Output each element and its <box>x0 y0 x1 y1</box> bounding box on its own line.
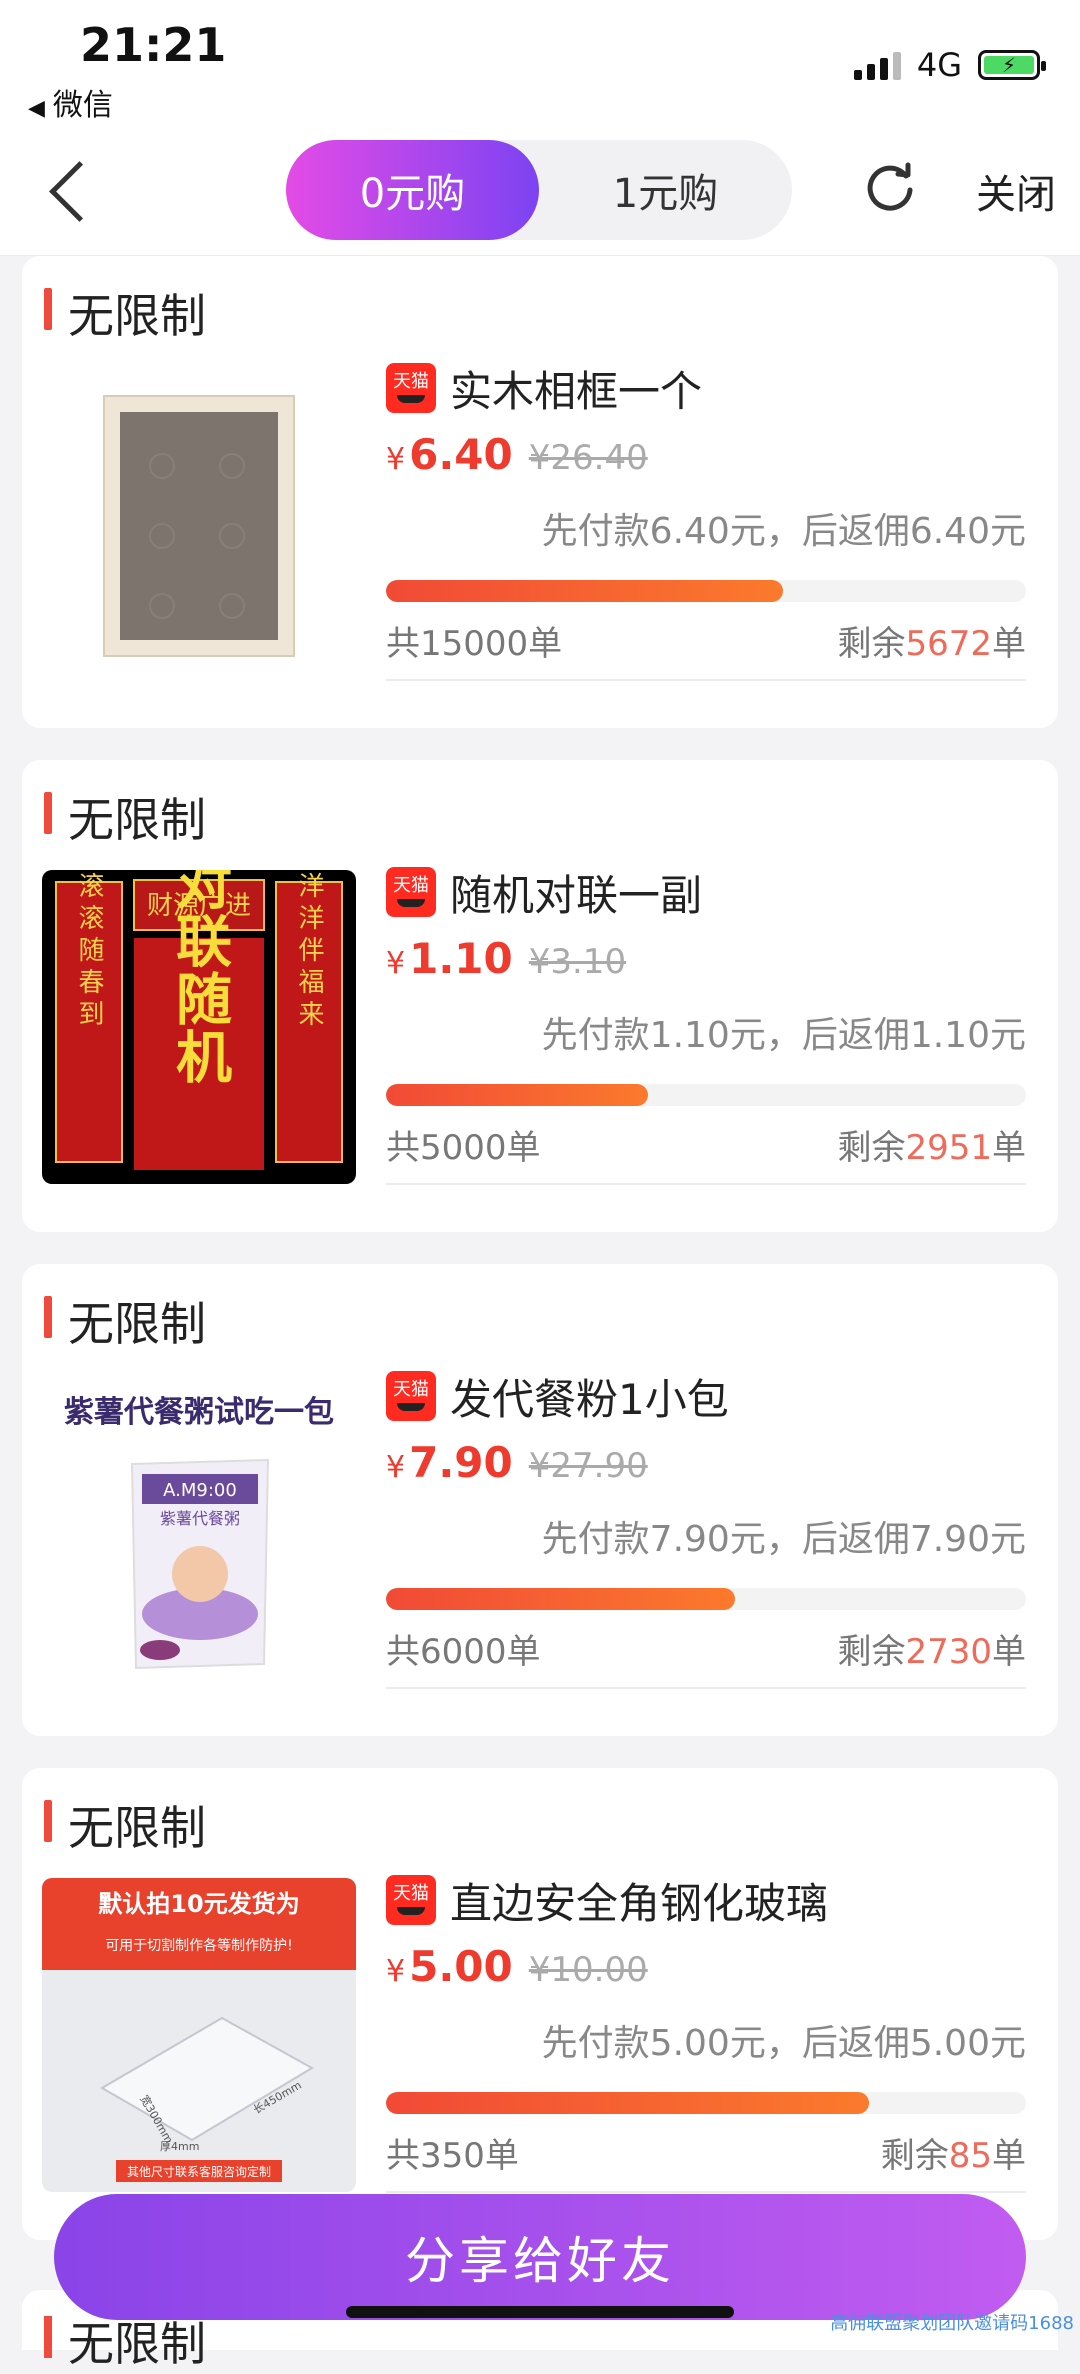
product-card[interactable]: 无限制 天猫 实木相框一个 ¥ 6.40 ¥26.40 先付款6.40元，后返佣… <box>22 256 1058 728</box>
rebate-text: 先付款5.00元，后返佣5.00元 <box>386 2014 1026 2070</box>
product-image: 财源广进 财源滚滚随春到 喜气洋洋伴福来 对联随机 <box>42 870 356 1184</box>
price: 6.40 <box>409 430 513 479</box>
back-chevron-icon[interactable] <box>40 156 100 226</box>
purchase-type-tabs: 0元购 1元购 <box>286 140 792 240</box>
product-info: 天猫 实木相框一个 ¥ 6.40 ¥26.40 先付款6.40元，后返佣6.40… <box>386 356 1026 681</box>
tab-0yuan[interactable]: 0元购 <box>286 140 539 240</box>
battery-icon: ⚡ <box>978 50 1040 80</box>
product-title: 实木相框一个 <box>450 358 702 419</box>
total-orders: 共15000单 <box>386 616 562 665</box>
tmall-icon: 天猫 <box>386 1371 436 1421</box>
refresh-icon[interactable] <box>862 160 918 216</box>
remaining-orders: 剩余85单 <box>881 2128 1026 2177</box>
original-price: ¥10.00 <box>529 1950 648 1990</box>
price: 7.90 <box>409 1438 513 1487</box>
status-icons: 4G ⚡ <box>854 46 1040 84</box>
product-info: 天猫 随机对联一副 ¥ 1.10 ¥3.10 先付款1.10元，后返佣1.10元… <box>386 860 1026 1185</box>
svg-text:对联随机: 对联随机 <box>167 870 232 1086</box>
price: 1.10 <box>409 934 513 983</box>
price: 5.00 <box>409 1942 513 1991</box>
svg-text:厚4mm: 厚4mm <box>160 2140 199 2153</box>
product-info: 天猫 直边安全角钢化玻璃 ¥ 5.00 ¥10.00 先付款5.00元，后返佣5… <box>386 1868 1026 2193</box>
svg-text:紫薯代餐粥试吃一包: 紫薯代餐粥试吃一包 <box>64 1395 334 1430</box>
sales-progress-bar <box>386 580 1026 602</box>
total-orders: 共350单 <box>386 2128 519 2177</box>
sales-progress-bar <box>386 1084 1026 1106</box>
svg-text:可用于切割制作各等制作防护!: 可用于切割制作各等制作防护! <box>105 1937 293 1954</box>
product-image: 紫薯代餐粥试吃一包 A.M9:00 紫薯代餐粥 <box>42 1374 356 1688</box>
currency-symbol: ¥ <box>386 1954 405 1989</box>
tmall-icon: 天猫 <box>386 867 436 917</box>
signal-icon <box>854 50 901 80</box>
product-card[interactable]: 无限制 默认拍10元发货为 可用于切割制作各等制作防护! 宽300mm 长450… <box>22 1768 1058 2240</box>
original-price: ¥3.10 <box>529 942 626 982</box>
tmall-icon: 天猫 <box>386 1875 436 1925</box>
product-image <box>42 366 356 680</box>
tab-1yuan[interactable]: 1元购 <box>539 140 792 240</box>
original-price: ¥26.40 <box>529 438 648 478</box>
network-label: 4G <box>917 46 962 84</box>
limit-tag: 无限制 <box>44 1288 206 1354</box>
sales-progress-bar <box>386 2092 1026 2114</box>
home-indicator[interactable] <box>346 2306 734 2318</box>
back-to-app[interactable]: ◀ 微信 <box>28 80 113 124</box>
product-card[interactable]: 无限制 紫薯代餐粥试吃一包 A.M9:00 紫薯代餐粥 天猫 发代餐粉1小包 ¥… <box>22 1264 1058 1736</box>
svg-text:A.M9:00: A.M9:00 <box>163 1480 237 1501</box>
remaining-orders: 剩余2951单 <box>837 1120 1026 1169</box>
product-title: 随机对联一副 <box>450 862 702 923</box>
status-bar: 21:21 ◀ 微信 4G ⚡ <box>0 0 1080 130</box>
clock: 21:21 <box>80 18 226 72</box>
product-card[interactable]: 无限制 财源广进 财源滚滚随春到 喜气洋洋伴福来 对联随机 天猫 随机对联一副 … <box>22 760 1058 1232</box>
product-title: 直边安全角钢化玻璃 <box>450 1870 828 1931</box>
nav-bar: 0元购 1元购 关闭 <box>0 130 1080 256</box>
back-triangle-icon: ◀ <box>28 96 45 121</box>
product-info: 天猫 发代餐粉1小包 ¥ 7.90 ¥27.90 先付款7.90元，后返佣7.9… <box>386 1364 1026 1689</box>
currency-symbol: ¥ <box>386 442 405 477</box>
limit-tag: 无限制 <box>44 784 206 850</box>
currency-symbol: ¥ <box>386 946 405 981</box>
back-app-label: 微信 <box>53 88 113 123</box>
limit-tag: 无限制 <box>44 1792 206 1858</box>
watermark: 高佣联盟聚划团队邀请码1688 <box>830 2309 1074 2335</box>
svg-text:紫薯代餐粥: 紫薯代餐粥 <box>160 1509 240 1528</box>
tmall-icon: 天猫 <box>386 363 436 413</box>
total-orders: 共5000单 <box>386 1120 541 1169</box>
remaining-orders: 剩余2730单 <box>837 1624 1026 1673</box>
svg-text:其他尺寸联系客服咨询定制: 其他尺寸联系客服咨询定制 <box>127 2164 271 2179</box>
share-to-friends-button[interactable]: 分享给好友 <box>54 2194 1026 2320</box>
svg-text:喜气洋洋伴福来: 喜气洋洋伴福来 <box>294 870 324 1032</box>
currency-symbol: ¥ <box>386 1450 405 1485</box>
limit-tag: 无限制 <box>44 280 206 346</box>
remaining-orders: 剩余5672单 <box>837 616 1026 665</box>
product-image: 默认拍10元发货为 可用于切割制作各等制作防护! 宽300mm 长450mm 厚… <box>42 1878 356 2192</box>
rebate-text: 先付款6.40元，后返佣6.40元 <box>386 502 1026 558</box>
sales-progress-bar <box>386 1588 1026 1610</box>
close-button[interactable]: 关闭 <box>976 162 1056 220</box>
original-price: ¥27.90 <box>529 1446 648 1486</box>
svg-text:财源滚滚随春到: 财源滚滚随春到 <box>74 870 104 1032</box>
svg-text:默认拍10元发货为: 默认拍10元发货为 <box>98 1890 299 1918</box>
rebate-text: 先付款7.90元，后返佣7.90元 <box>386 1510 1026 1566</box>
product-title: 发代餐粉1小包 <box>450 1366 729 1427</box>
total-orders: 共6000单 <box>386 1624 541 1673</box>
rebate-text: 先付款1.10元，后返佣1.10元 <box>386 1006 1026 1062</box>
